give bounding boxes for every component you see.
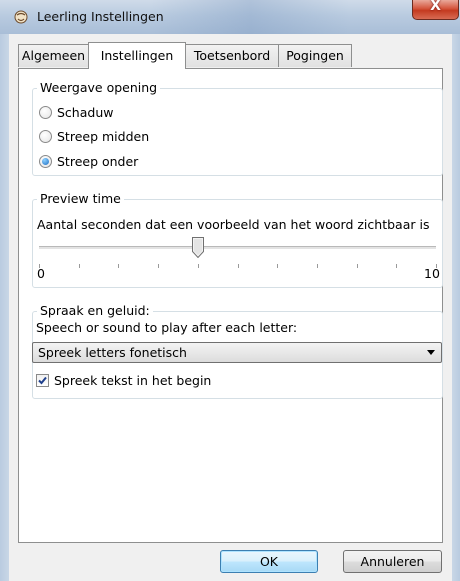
tab-label: Instellingen: [100, 48, 174, 63]
radio-button[interactable]: [39, 129, 52, 143]
cancel-button-label: Annuleren: [360, 554, 425, 569]
slider-tick: [118, 264, 119, 268]
settings-window: Leerling Instellingen X Algemeen Instell…: [0, 0, 460, 581]
slider-max-label: 10: [424, 266, 440, 281]
slider-tick: [158, 264, 159, 268]
ok-button-label: OK: [259, 554, 279, 569]
ok-button[interactable]: OK: [220, 550, 318, 573]
radio-button[interactable]: [39, 105, 52, 119]
cancel-button[interactable]: Annuleren: [343, 550, 442, 573]
slider-min-label: 0: [37, 266, 45, 281]
speak-text-start-checkbox[interactable]: [36, 373, 49, 387]
tab-pogingen[interactable]: Pogingen: [278, 44, 352, 67]
radio-label: Streep onder: [57, 153, 139, 169]
radio-label: Schaduw: [57, 104, 114, 120]
preview-time-group: [32, 199, 443, 288]
checkmark-icon: [38, 376, 47, 384]
slider-tick: [396, 264, 397, 268]
tab-label: Toetsenbord: [193, 48, 271, 63]
speech-sound-legend: Spraak en geluid:: [37, 303, 153, 318]
preview-time-description: Aantal seconden dat een voorbeeld van he…: [37, 217, 430, 232]
select-value: Spreek letters fonetisch: [38, 345, 187, 360]
slider-tick: [277, 264, 278, 268]
checkbox-label: Spreek tekst in het begin: [54, 372, 212, 388]
slider-tick: [317, 264, 318, 268]
window-frame-right: [452, 34, 460, 581]
tab-label: Pogingen: [286, 48, 344, 63]
slider-thumb[interactable]: [192, 237, 204, 258]
speech-sound-prompt: Speech or sound to play after each lette…: [36, 320, 298, 335]
speak-text-start-checkbox-row[interactable]: Spreek tekst in het begin: [36, 371, 211, 389]
slider-tick: [79, 264, 80, 268]
tab-algemeen[interactable]: Algemeen: [18, 44, 89, 67]
radio-streep-onder[interactable]: Streep onder: [39, 152, 138, 170]
radio-streep-midden[interactable]: Streep midden: [39, 127, 149, 145]
chevron-down-icon: [427, 350, 435, 355]
preview-time-slider-track[interactable]: [39, 246, 436, 249]
slider-tick: [198, 264, 199, 268]
slider-tick: [357, 264, 358, 268]
slider-tick: [238, 264, 239, 268]
close-icon: X: [430, 0, 441, 14]
radio-label: Streep midden: [57, 128, 150, 144]
tab-instellingen[interactable]: Instellingen: [88, 42, 186, 69]
display-opening-legend: Weergave opening: [37, 80, 161, 95]
tab-label: Algemeen: [21, 48, 86, 63]
title-bar[interactable]: Leerling Instellingen X: [0, 0, 460, 34]
title-bar-glow: [150, 0, 350, 34]
letter-sound-select[interactable]: Spreek letters fonetisch: [32, 342, 442, 363]
close-button[interactable]: X: [412, 0, 459, 20]
radio-schaduw[interactable]: Schaduw: [39, 103, 113, 121]
tab-toetsenbord[interactable]: Toetsenbord: [185, 44, 279, 67]
window-title: Leerling Instellingen: [37, 9, 164, 24]
preview-time-legend: Preview time: [37, 191, 124, 206]
app-icon: [14, 10, 28, 24]
window-frame-left: [0, 34, 9, 581]
radio-button-selected[interactable]: [39, 154, 52, 168]
